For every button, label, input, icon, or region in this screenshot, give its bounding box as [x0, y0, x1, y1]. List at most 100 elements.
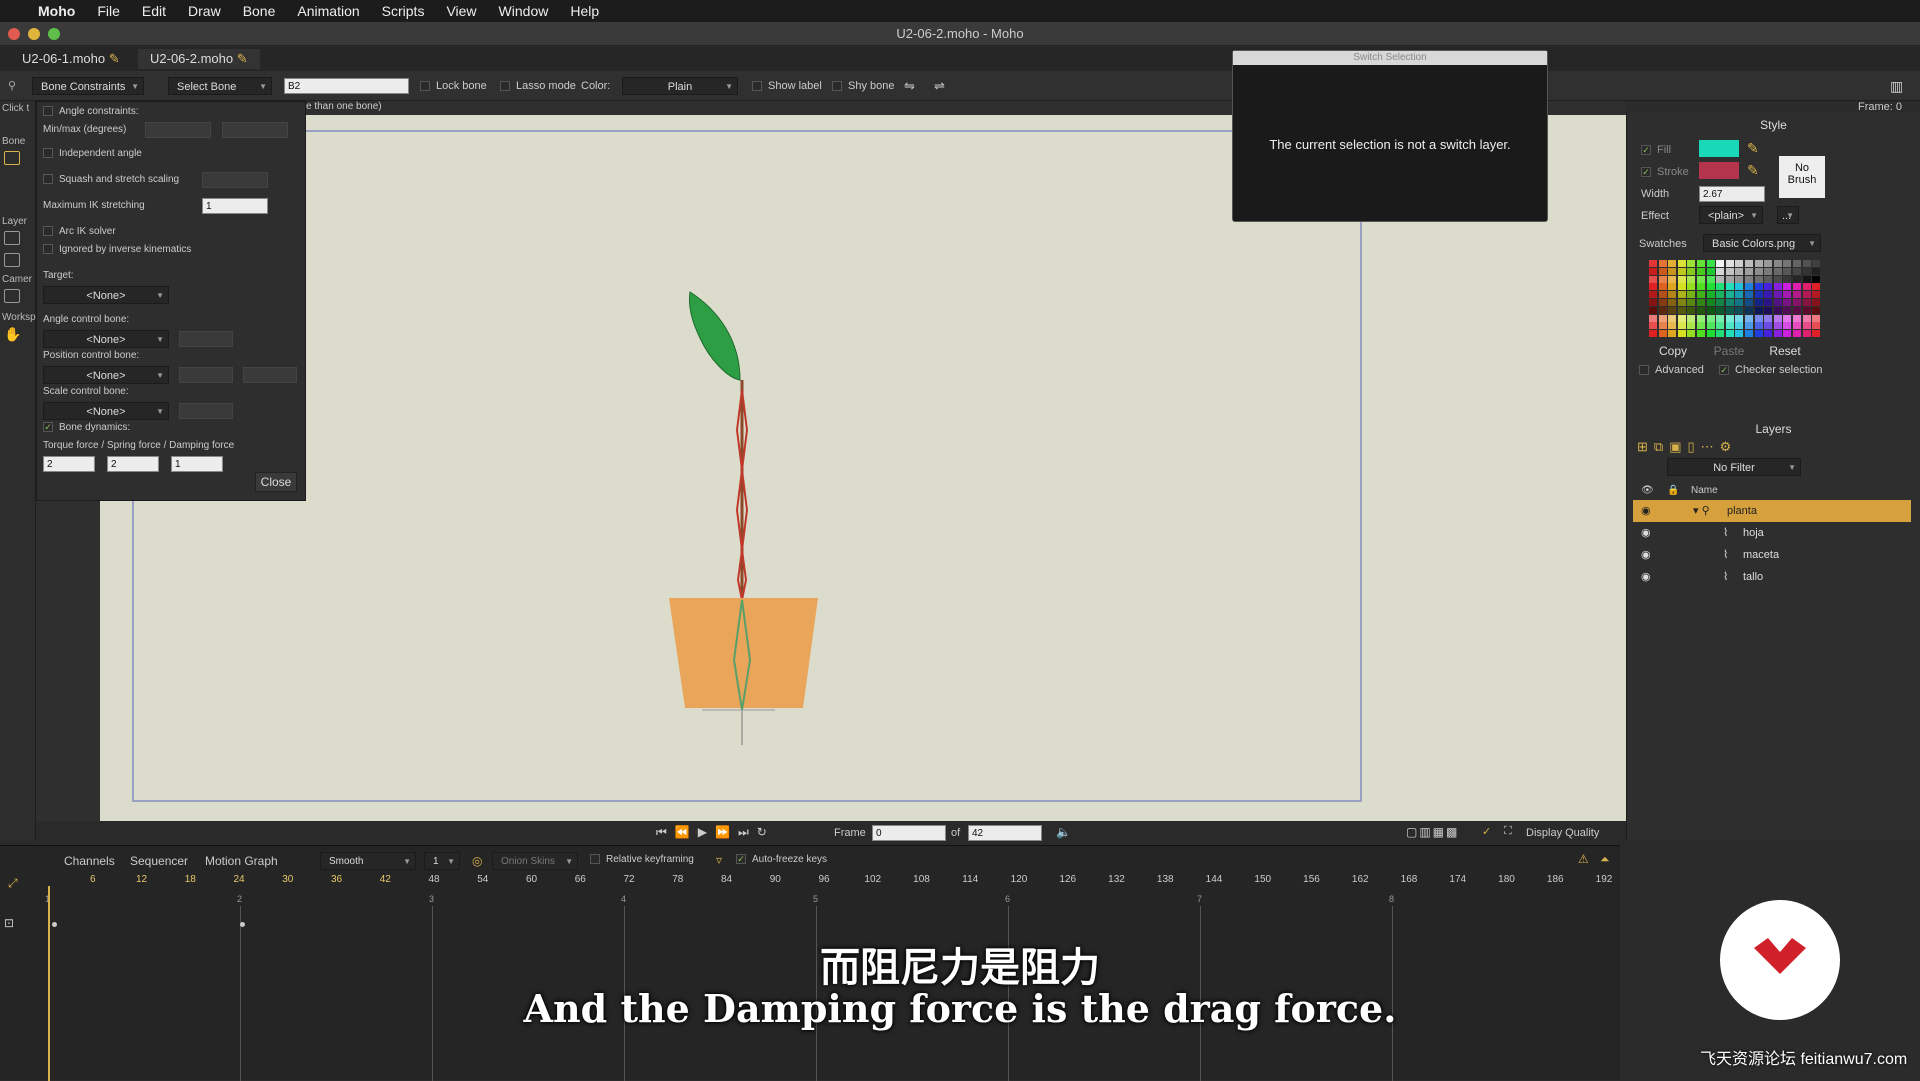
max-ik-input[interactable]: 1	[202, 198, 268, 214]
palette-swatch[interactable]	[1649, 291, 1657, 299]
color-dropdown[interactable]: Plain	[622, 77, 738, 96]
palette-swatch[interactable]	[1754, 291, 1763, 299]
palette-swatch[interactable]	[1802, 314, 1811, 322]
palette-swatch[interactable]	[1697, 260, 1705, 267]
angle-control-input[interactable]	[179, 331, 233, 347]
palette-swatch[interactable]	[1658, 322, 1667, 330]
palette-swatch[interactable]	[1706, 283, 1715, 291]
swatches-dropdown[interactable]: Basic Colors.png	[1703, 234, 1821, 253]
palette-swatch[interactable]	[1716, 267, 1725, 275]
menu-help[interactable]: Help	[570, 3, 599, 19]
palette-swatch[interactable]	[1802, 260, 1811, 267]
squash-input[interactable]	[202, 172, 268, 188]
squash-row[interactable]: Squash and stretch scaling	[43, 174, 179, 185]
palette-swatch[interactable]	[1716, 299, 1725, 306]
palette-swatch[interactable]	[1783, 330, 1792, 338]
palette-swatch[interactable]	[1773, 322, 1782, 330]
palette-swatch[interactable]	[1754, 260, 1763, 267]
palette-swatch[interactable]	[1687, 260, 1696, 267]
palette-swatch[interactable]	[1658, 267, 1667, 275]
palette-swatch[interactable]	[1773, 314, 1782, 322]
tab-u2-06-2[interactable]: U2-06-2.moho ✎	[138, 49, 260, 69]
palette-swatch[interactable]	[1716, 322, 1725, 330]
palette-swatch[interactable]	[1812, 275, 1821, 283]
palette-swatch[interactable]	[1649, 306, 1657, 314]
flip-vertical-icon[interactable]: ⇌	[934, 71, 945, 101]
palette-swatch[interactable]	[1716, 314, 1725, 322]
palette-swatch[interactable]	[1668, 275, 1677, 283]
palette-swatch[interactable]	[1687, 299, 1696, 306]
palette-swatch[interactable]	[1735, 314, 1744, 322]
menu-scripts[interactable]: Scripts	[382, 3, 425, 19]
palette-swatch[interactable]	[1706, 299, 1715, 306]
layer-filter-dropdown[interactable]: No Filter	[1667, 458, 1801, 477]
palette-swatch[interactable]	[1812, 314, 1821, 322]
palette-swatch[interactable]	[1706, 260, 1715, 267]
palette-swatch[interactable]	[1735, 322, 1744, 330]
palette-swatch[interactable]	[1725, 283, 1734, 291]
palette-swatch[interactable]	[1687, 306, 1696, 314]
palette-swatch[interactable]	[1735, 291, 1744, 299]
palette-swatch[interactable]	[1687, 275, 1696, 283]
palette-swatch[interactable]	[1677, 299, 1686, 306]
palette-swatch[interactable]	[1812, 260, 1821, 267]
menu-draw[interactable]: Draw	[188, 3, 221, 19]
palette-swatch[interactable]	[1773, 306, 1782, 314]
palette-swatch[interactable]	[1649, 330, 1657, 338]
palette-swatch[interactable]	[1793, 299, 1801, 306]
palette-swatch[interactable]	[1802, 291, 1811, 299]
palette-swatch[interactable]	[1658, 283, 1667, 291]
palette-swatch[interactable]	[1677, 322, 1686, 330]
spring-force-input[interactable]: 2	[107, 456, 159, 472]
palette-swatch[interactable]	[1773, 260, 1782, 267]
palette-swatch[interactable]	[1754, 283, 1763, 291]
palette-swatch[interactable]	[1764, 299, 1773, 306]
eyedropper-icon[interactable]: ✎	[1747, 140, 1759, 157]
effect-more-button[interactable]: ...	[1777, 206, 1799, 225]
eye-icon[interactable]: ◉	[1641, 544, 1651, 566]
palette-swatch[interactable]	[1687, 330, 1696, 338]
palette-swatch[interactable]	[1783, 275, 1792, 283]
palette-swatch[interactable]	[1697, 275, 1705, 283]
palette-swatch[interactable]	[1745, 283, 1753, 291]
frame-icon[interactable]: ⛶	[1504, 825, 1512, 838]
arc-ik-row[interactable]: Arc IK solver	[43, 226, 116, 237]
palette-swatch[interactable]	[1716, 306, 1725, 314]
palette-swatch[interactable]	[1773, 283, 1782, 291]
palette-swatch[interactable]	[1649, 322, 1657, 330]
color-palette[interactable]	[1649, 260, 1825, 338]
duplicate-layer-icon[interactable]: ⧉	[1654, 439, 1669, 454]
palette-swatch[interactable]	[1735, 283, 1744, 291]
select-bone-dropdown[interactable]: Select Bone	[168, 77, 272, 96]
palette-swatch[interactable]	[1812, 267, 1821, 275]
step-forward-icon[interactable]: ⏩	[715, 825, 738, 839]
paste-button[interactable]: Paste	[1709, 342, 1749, 360]
palette-swatch[interactable]	[1668, 330, 1677, 338]
step-back-icon[interactable]: ⏪	[675, 825, 698, 839]
palette-swatch[interactable]	[1783, 299, 1792, 306]
lock-bone-checkbox[interactable]: Lock bone	[420, 71, 487, 101]
palette-swatch[interactable]	[1677, 314, 1686, 322]
palette-swatch[interactable]	[1812, 306, 1821, 314]
panel-toggle-icon[interactable]: ▥	[1890, 71, 1903, 101]
palette-swatch[interactable]	[1764, 275, 1773, 283]
palette-swatch[interactable]	[1697, 299, 1705, 306]
copy-button[interactable]: Copy	[1653, 342, 1693, 360]
palette-swatch[interactable]	[1649, 275, 1657, 283]
palette-swatch[interactable]	[1668, 260, 1677, 267]
palette-swatch[interactable]	[1668, 314, 1677, 322]
mode-dropdown[interactable]: Bone Constraints	[32, 77, 144, 96]
palette-swatch[interactable]	[1649, 314, 1657, 322]
palette-swatch[interactable]	[1677, 330, 1686, 338]
palette-swatch[interactable]	[1783, 306, 1792, 314]
palette-swatch[interactable]	[1725, 314, 1734, 322]
palette-swatch[interactable]	[1754, 267, 1763, 275]
tab-u2-06-1[interactable]: U2-06-1.moho ✎	[10, 49, 132, 69]
scale-control-dropdown[interactable]: <None>	[43, 402, 169, 421]
palette-swatch[interactable]	[1677, 291, 1686, 299]
palette-swatch[interactable]	[1706, 275, 1715, 283]
palette-swatch[interactable]	[1706, 314, 1715, 322]
width-input[interactable]: 2.67	[1699, 186, 1765, 202]
palette-swatch[interactable]	[1793, 291, 1801, 299]
palette-swatch[interactable]	[1802, 267, 1811, 275]
